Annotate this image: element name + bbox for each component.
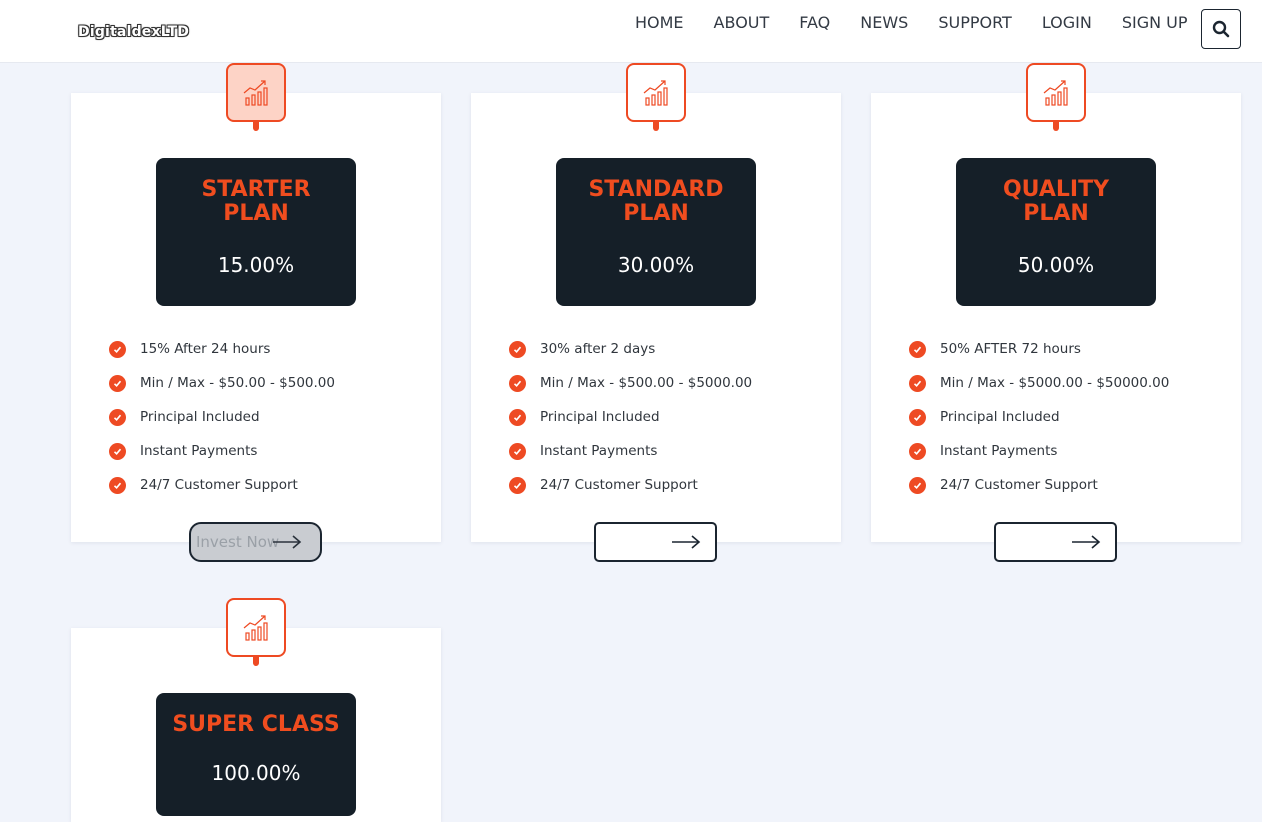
- plan-card-starter: STARTER PLAN 15.00% 15% After 24 hours M…: [71, 63, 441, 562]
- plan-title-line1: QUALITY: [1002, 177, 1110, 202]
- check-icon: [909, 408, 926, 426]
- feature-text: 30% after 2 days: [540, 341, 656, 357]
- plan-summary: STANDARD PLAN 30.00%: [556, 158, 756, 306]
- feature-item: Principal Included: [109, 400, 335, 434]
- plan-rate: 30.00%: [617, 253, 695, 277]
- plan-card-super-class: SUPER CLASS 100.00%: [71, 598, 441, 822]
- check-icon: [909, 476, 926, 494]
- growth-chart-icon: [643, 79, 668, 106]
- growth-chart-icon: [243, 79, 268, 106]
- feature-text: 50% AFTER 72 hours: [940, 341, 1081, 357]
- feature-item: Instant Payments: [509, 434, 752, 468]
- nav-about[interactable]: ABOUT: [699, 13, 785, 33]
- plan-icon-box: [226, 598, 286, 666]
- check-icon: [109, 340, 126, 358]
- check-icon: [109, 374, 126, 392]
- plan-title: QUALITY PLAN: [956, 178, 1156, 226]
- plan-icon-box: [626, 63, 686, 131]
- search-icon: [1212, 20, 1230, 38]
- invest-now-button[interactable]: [994, 522, 1117, 562]
- check-icon: [509, 442, 526, 460]
- plan-title: SUPER CLASS: [172, 712, 340, 737]
- plan-features: 50% AFTER 72 hours Min / Max - $5000.00 …: [909, 332, 1169, 502]
- check-icon: [109, 476, 126, 494]
- feature-text: 24/7 Customer Support: [940, 477, 1098, 493]
- plan-summary: QUALITY PLAN 50.00%: [956, 158, 1156, 306]
- main-nav: HOME ABOUT FAQ NEWS SUPPORT LOGIN SIGN U…: [620, 13, 1203, 33]
- plan-rate: 50.00%: [1017, 253, 1095, 277]
- invest-now-button[interactable]: Invest Now: [189, 522, 322, 562]
- check-icon: [109, 408, 126, 426]
- feature-text: Instant Payments: [140, 443, 258, 459]
- feature-text: Instant Payments: [940, 443, 1058, 459]
- arrow-right-icon: [1072, 535, 1101, 549]
- feature-item: Principal Included: [509, 400, 752, 434]
- feature-item: 30% after 2 days: [509, 332, 752, 366]
- check-icon: [909, 442, 926, 460]
- nav-support[interactable]: SUPPORT: [923, 13, 1026, 33]
- nav-faq[interactable]: FAQ: [784, 13, 845, 33]
- plan-title-line1: STARTER: [201, 177, 311, 202]
- plan-title-line2: PLAN: [623, 201, 689, 226]
- site-header: DigitaldexLTD HOME ABOUT FAQ NEWS SUPPOR…: [0, 0, 1262, 63]
- feature-item: 15% After 24 hours: [109, 332, 335, 366]
- plan-rate: 100.00%: [211, 761, 301, 785]
- plan-summary: SUPER CLASS 100.00%: [156, 693, 356, 816]
- feature-item: Min / Max - $500.00 - $5000.00: [509, 366, 752, 400]
- plan-card-quality: QUALITY PLAN 50.00% 50% AFTER 72 hours M…: [871, 63, 1241, 562]
- plan-card-standard: STANDARD PLAN 30.00% 30% after 2 days Mi…: [471, 63, 841, 562]
- feature-item: Min / Max - $50.00 - $500.00: [109, 366, 335, 400]
- feature-text: Min / Max - $5000.00 - $50000.00: [940, 375, 1170, 391]
- invest-button-label: Invest Now: [196, 533, 280, 551]
- growth-chart-icon: [243, 614, 268, 641]
- feature-text: Instant Payments: [540, 443, 658, 459]
- plan-title: STANDARD PLAN: [556, 178, 756, 226]
- plan-icon-box: [226, 63, 286, 131]
- feature-item: Min / Max - $5000.00 - $50000.00: [909, 366, 1169, 400]
- plan-icon-box: [1026, 63, 1086, 131]
- feature-item: Instant Payments: [109, 434, 335, 468]
- check-icon: [509, 476, 526, 494]
- feature-text: Principal Included: [540, 409, 660, 425]
- arrow-right-icon: [273, 535, 302, 549]
- feature-text: Min / Max - $500.00 - $5000.00: [540, 375, 753, 391]
- plan-title-line2: PLAN: [1023, 201, 1089, 226]
- check-icon: [909, 374, 926, 392]
- feature-text: 24/7 Customer Support: [540, 477, 698, 493]
- plan-features: 15% After 24 hours Min / Max - $50.00 - …: [109, 332, 335, 502]
- plan-rate: 15.00%: [217, 253, 295, 277]
- feature-text: Principal Included: [140, 409, 260, 425]
- plan-title-line1: STANDARD: [588, 177, 724, 202]
- feature-item: Principal Included: [909, 400, 1169, 434]
- invest-now-button[interactable]: [594, 522, 717, 562]
- feature-item: 50% AFTER 72 hours: [909, 332, 1169, 366]
- feature-text: 15% After 24 hours: [140, 341, 271, 357]
- check-icon: [509, 374, 526, 392]
- feature-item: 24/7 Customer Support: [909, 468, 1169, 502]
- plan-title: STARTER PLAN: [156, 178, 356, 226]
- plan-summary: STARTER PLAN 15.00%: [156, 158, 356, 306]
- check-icon: [509, 408, 526, 426]
- feature-text: 24/7 Customer Support: [140, 477, 298, 493]
- nav-home[interactable]: HOME: [620, 13, 699, 33]
- search-button[interactable]: [1201, 9, 1241, 49]
- check-icon: [109, 442, 126, 460]
- growth-chart-icon: [1043, 79, 1068, 106]
- feature-text: Principal Included: [940, 409, 1060, 425]
- arrow-right-icon: [672, 535, 701, 549]
- check-icon: [509, 340, 526, 358]
- feature-item: Instant Payments: [909, 434, 1169, 468]
- feature-item: 24/7 Customer Support: [509, 468, 752, 502]
- nav-news[interactable]: NEWS: [845, 13, 923, 33]
- feature-text: Min / Max - $50.00 - $500.00: [140, 375, 335, 391]
- nav-login[interactable]: LOGIN: [1027, 13, 1107, 33]
- site-logo[interactable]: DigitaldexLTD: [78, 24, 189, 40]
- feature-item: 24/7 Customer Support: [109, 468, 335, 502]
- nav-signup[interactable]: SIGN UP: [1107, 13, 1203, 33]
- check-icon: [909, 340, 926, 358]
- plan-title-line2: PLAN: [223, 201, 289, 226]
- plan-features: 30% after 2 days Min / Max - $500.00 - $…: [509, 332, 752, 502]
